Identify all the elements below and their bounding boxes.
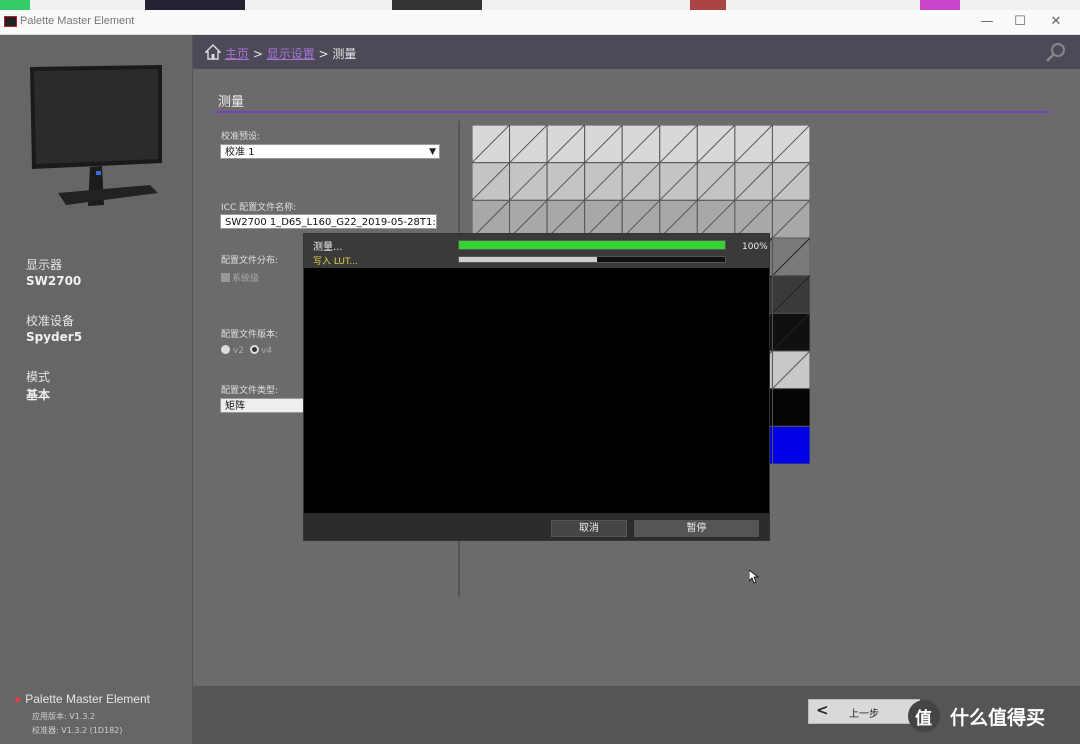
preset-value: 校准 1 [225, 147, 255, 158]
display-label: 显示器 [26, 258, 63, 272]
watermark-logo-icon: 值 [908, 700, 940, 732]
color-patch [621, 162, 661, 201]
preset-select[interactable]: 校准 1 ▼ [220, 144, 440, 159]
color-patch [584, 162, 623, 201]
calibrator-version: 校准器: V1.3.2 (1D182) [32, 726, 123, 735]
window-title: Palette Master Element [20, 15, 135, 27]
display-value: SW2700 [26, 274, 82, 288]
breadcrumb: 主页 > 显示设置 > 测量 [225, 45, 356, 62]
prev-button[interactable]: < 上一步 [808, 699, 920, 724]
color-patch [472, 162, 511, 201]
color-patch [771, 350, 810, 390]
header: 主页 > 显示设置 > 测量 [193, 35, 1080, 69]
color-patch [771, 125, 810, 164]
distribution-option[interactable]: 系统级 [221, 271, 259, 284]
color-patch [696, 162, 736, 201]
color-patch [771, 312, 810, 352]
dialog-header: 测量... 写入 LUT... 100% [304, 234, 769, 268]
color-patch [584, 125, 623, 164]
brand: ● Palette Master Element [14, 692, 150, 706]
color-patch [771, 388, 810, 427]
breadcrumb-current: 测量 [332, 47, 357, 61]
mode-label: 模式 [26, 370, 51, 384]
color-patch [546, 162, 586, 201]
prev-label: 上一步 [849, 709, 879, 720]
breadcrumb-home[interactable]: 主页 [225, 47, 249, 61]
device-label: 校准设备 [26, 314, 75, 328]
breadcrumb-separator: > [314, 47, 333, 61]
thumb-3 [392, 0, 482, 10]
color-patch [771, 275, 810, 314]
app-icon [4, 16, 17, 27]
device-value: Spyder5 [26, 330, 83, 344]
lut-status: 写入 LUT... [313, 257, 359, 267]
lut-progress-bar [458, 256, 726, 263]
color-patch [509, 125, 548, 164]
radio-v2[interactable] [221, 345, 230, 354]
radio-v4[interactable] [249, 345, 259, 354]
color-patch [734, 125, 773, 164]
color-patch [546, 125, 586, 164]
thumb-2 [145, 0, 245, 10]
color-patch [771, 425, 810, 464]
section-divider [214, 111, 1050, 113]
icc-label: ICC 配置文件名称: [221, 203, 297, 213]
preset-label: 校准预设: [221, 132, 261, 142]
measure-status: 测量... [313, 242, 343, 253]
sidebar: 显示器 SW2700 校准设备 Spyder5 模式 基本 ● Palette M… [0, 35, 193, 744]
color-patch [734, 162, 773, 201]
taskbar-thumbnails [0, 0, 1080, 10]
icc-filename-input[interactable]: SW2700 1_D65_L160_G22_2019-05-28T1: [220, 214, 437, 229]
color-patch [771, 237, 810, 277]
dialog-footer: 取消 暂停 [304, 513, 769, 540]
breadcrumb-separator: > [249, 47, 267, 61]
close-button[interactable]: ✕ [1045, 14, 1067, 30]
measure-progress-bar [458, 240, 726, 250]
pause-button[interactable]: 暂停 [634, 520, 759, 537]
version-options: v2 v4 [221, 345, 272, 356]
maximize-button[interactable]: ☐ [1009, 14, 1031, 30]
cancel-button[interactable]: 取消 [551, 520, 627, 537]
lut-progress-fill [459, 257, 598, 262]
title-bar: Palette Master Element — ☐ ✕ [0, 10, 1080, 35]
chevron-left-icon: < [816, 701, 829, 719]
home-icon[interactable] [205, 44, 221, 60]
minimize-button[interactable]: — [976, 14, 998, 30]
system-checkbox[interactable] [221, 273, 230, 282]
measure-dialog: 测量... 写入 LUT... 100% 取消 暂停 [303, 233, 770, 541]
color-patch [621, 125, 661, 164]
monitor-image [30, 65, 162, 206]
thumb-4 [690, 0, 726, 10]
color-patch [771, 162, 810, 201]
color-patch [509, 162, 548, 201]
version-label: 配置文件版本: [221, 330, 279, 340]
search-icon[interactable] [1045, 41, 1067, 63]
type-label: 配置文件类型: [221, 386, 279, 396]
watermark: 值 什么值得买 [908, 700, 1080, 734]
section-title: 测量 [218, 95, 245, 110]
color-patch [771, 199, 810, 239]
watermark-text: 什么值得买 [950, 707, 1046, 729]
breadcrumb-display[interactable]: 显示设置 [267, 47, 315, 61]
color-patch [472, 125, 511, 164]
distribution-label: 配置文件分布: [221, 256, 279, 266]
color-patch [659, 125, 698, 164]
brand-logo-icon: ● [14, 692, 22, 706]
measure-progress-fill [459, 241, 725, 249]
mode-value: 基本 [26, 388, 51, 402]
color-patch [696, 125, 736, 164]
chevron-down-icon: ▼ [429, 147, 436, 157]
progress-percent: 100% [742, 242, 768, 252]
thumb-5 [920, 0, 960, 10]
color-patch [659, 162, 698, 201]
mouse-cursor-icon [749, 570, 759, 584]
thumb-1 [0, 0, 30, 10]
app-version: 应用版本: V1.3.2 [32, 712, 96, 721]
